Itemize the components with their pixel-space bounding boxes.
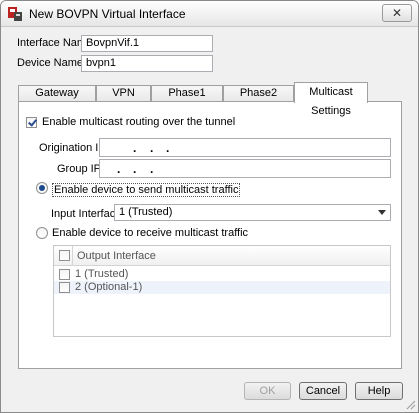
output-interface-header: Output Interface: [77, 250, 156, 262]
interface-name-field[interactable]: BovpnVif.1: [81, 35, 213, 52]
cancel-button[interactable]: Cancel: [299, 382, 347, 400]
input-interface-value: 1 (Trusted): [119, 206, 173, 218]
group-ip-field[interactable]: . . .: [99, 159, 391, 178]
receive-multicast-radio[interactable]: [36, 227, 48, 239]
close-button[interactable]: ✕: [382, 4, 412, 22]
output-interface-table: Output Interface 1 (Trusted) 2 (Optional…: [53, 245, 391, 337]
tab-vpn-routes[interactable]: VPN Routes: [96, 85, 151, 114]
table-header: Output Interface: [54, 246, 390, 266]
ok-button[interactable]: OK: [244, 382, 291, 400]
table-row[interactable]: 1 (Trusted): [54, 268, 390, 281]
help-button[interactable]: Help: [355, 382, 403, 400]
window-title: New BOVPN Virtual Interface: [29, 7, 186, 21]
row-label: 1 (Trusted): [75, 268, 129, 280]
device-name-field[interactable]: bvpn1: [81, 55, 213, 72]
send-multicast-label: Enable device to send multicast traffic: [52, 183, 241, 197]
device-name-label: Device Name:: [17, 57, 87, 69]
receive-multicast-label: Enable device to receive multicast traff…: [52, 227, 249, 239]
row-checkbox[interactable]: [59, 282, 70, 293]
table-row[interactable]: 2 (Optional-1): [54, 281, 390, 294]
row-label: 2 (Optional-1): [75, 281, 143, 293]
tab-phase1-settings[interactable]: Phase1 Settings: [151, 85, 223, 114]
origination-ip-field[interactable]: . . .: [99, 138, 391, 157]
input-interface-select[interactable]: 1 (Trusted): [114, 204, 391, 221]
group-ip-label: Group IP:: [57, 163, 105, 175]
enable-multicast-label: Enable multicast routing over the tunnel: [42, 116, 236, 128]
dialog-window: New BOVPN Virtual Interface ✕ Interface …: [0, 0, 419, 413]
close-icon: ✕: [391, 6, 403, 20]
app-icon: [8, 7, 22, 21]
tab-multicast-settings[interactable]: Multicast Settings: [294, 82, 368, 117]
row-checkbox[interactable]: [59, 269, 70, 280]
select-all-checkbox[interactable]: [59, 250, 70, 261]
title-bar[interactable]: New BOVPN Virtual Interface ✕: [1, 1, 418, 27]
send-multicast-radio[interactable]: [36, 182, 48, 194]
resize-grip-icon[interactable]: [406, 400, 416, 410]
chevron-down-icon: [378, 210, 386, 215]
enable-multicast-checkbox[interactable]: [26, 117, 37, 128]
tab-phase2-settings[interactable]: Phase2 Settings: [223, 85, 294, 114]
tab-gateway-settings[interactable]: Gateway Settings: [18, 85, 96, 114]
